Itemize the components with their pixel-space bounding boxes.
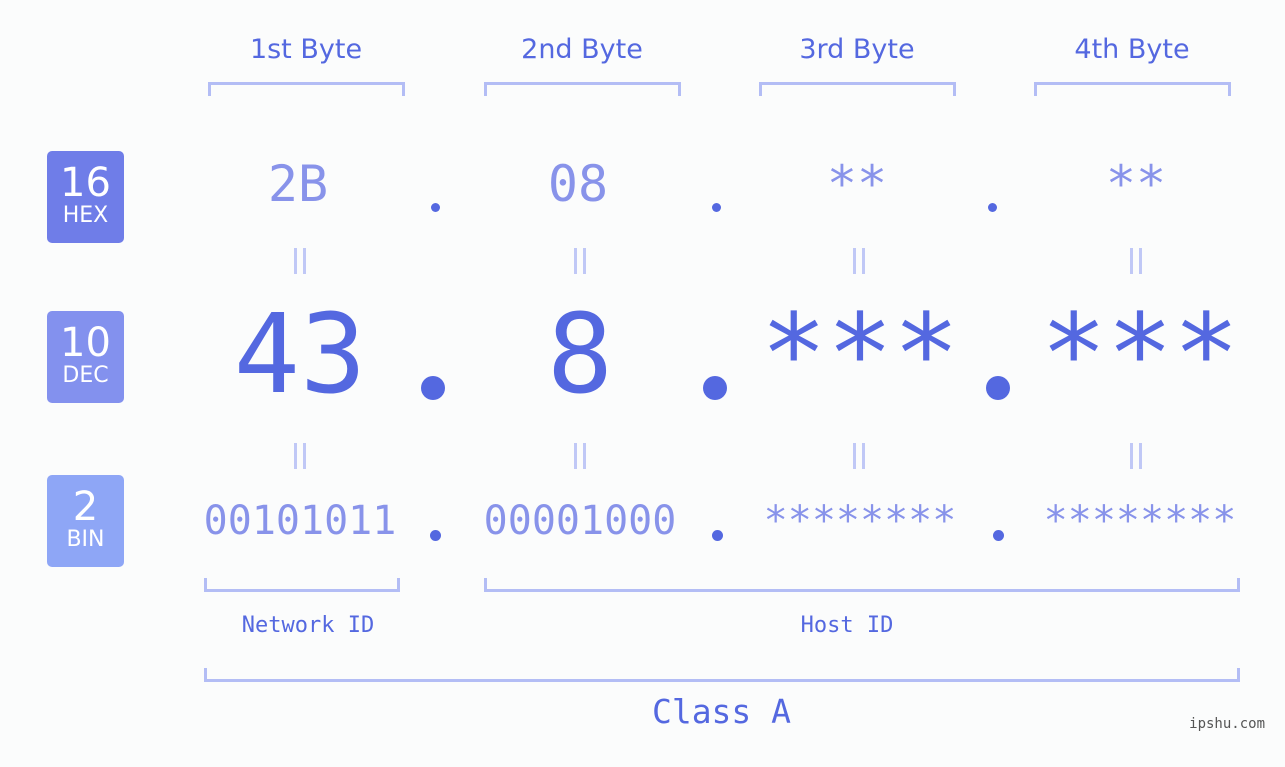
hex-separator-dot bbox=[988, 203, 997, 212]
dec-separator-dot bbox=[703, 376, 727, 400]
bin-separator-dot bbox=[430, 530, 441, 541]
hex-badge-label: HEX bbox=[62, 203, 109, 228]
host-id-label: Host ID bbox=[800, 613, 894, 638]
bin-badge-label: BIN bbox=[66, 527, 105, 552]
equals-icon bbox=[294, 443, 306, 469]
byte-header-3: 3rd Byte bbox=[799, 34, 915, 65]
byte-header-1: 1st Byte bbox=[249, 34, 363, 65]
class-label: Class A bbox=[651, 692, 792, 731]
equals-icon bbox=[1130, 248, 1142, 274]
hex-byte-3: ** bbox=[826, 155, 888, 213]
dec-byte-1: 43 bbox=[233, 290, 367, 418]
hex-separator-dot bbox=[712, 203, 721, 212]
dec-badge-number: 10 bbox=[60, 320, 111, 366]
byte-header-4: 4th Byte bbox=[1074, 34, 1190, 65]
hex-badge-number: 16 bbox=[60, 160, 111, 206]
byte-bracket-4 bbox=[1034, 82, 1231, 96]
bin-badge-number: 2 bbox=[72, 484, 99, 530]
dec-separator-dot bbox=[986, 376, 1010, 400]
bin-badge: 2 BIN bbox=[47, 475, 124, 567]
bin-byte-2: 00001000 bbox=[483, 498, 677, 544]
dec-badge: 10 DEC bbox=[47, 311, 124, 403]
byte-bracket-1 bbox=[208, 82, 405, 96]
class-bracket bbox=[204, 668, 1240, 682]
watermark: ipshu.com bbox=[1189, 716, 1265, 732]
byte-bracket-3 bbox=[759, 82, 956, 96]
hex-byte-1: 2B bbox=[267, 155, 329, 213]
byte-bracket-2 bbox=[484, 82, 681, 96]
hex-byte-4: ** bbox=[1105, 155, 1167, 213]
bin-byte-3: ******** bbox=[763, 498, 957, 544]
dec-badge-label: DEC bbox=[62, 363, 109, 388]
dec-byte-2: 8 bbox=[546, 290, 614, 418]
dec-byte-4: *** bbox=[1040, 290, 1240, 418]
dec-byte-3: *** bbox=[760, 290, 960, 418]
equals-icon bbox=[1130, 443, 1142, 469]
hex-separator-dot bbox=[431, 203, 440, 212]
bin-byte-4: ******** bbox=[1043, 498, 1237, 544]
hex-badge: 16 HEX bbox=[47, 151, 124, 243]
bin-byte-1: 00101011 bbox=[203, 498, 397, 544]
equals-icon bbox=[294, 248, 306, 274]
dec-separator-dot bbox=[421, 376, 445, 400]
equals-icon bbox=[853, 443, 865, 469]
equals-icon bbox=[853, 248, 865, 274]
host-id-bracket bbox=[484, 578, 1240, 592]
bin-separator-dot bbox=[993, 530, 1004, 541]
equals-icon bbox=[574, 443, 586, 469]
bin-separator-dot bbox=[712, 530, 723, 541]
hex-byte-2: 08 bbox=[547, 155, 609, 213]
byte-header-2: 2nd Byte bbox=[521, 34, 643, 65]
network-id-label: Network ID bbox=[241, 613, 375, 638]
equals-icon bbox=[574, 248, 586, 274]
network-id-bracket bbox=[204, 578, 400, 592]
